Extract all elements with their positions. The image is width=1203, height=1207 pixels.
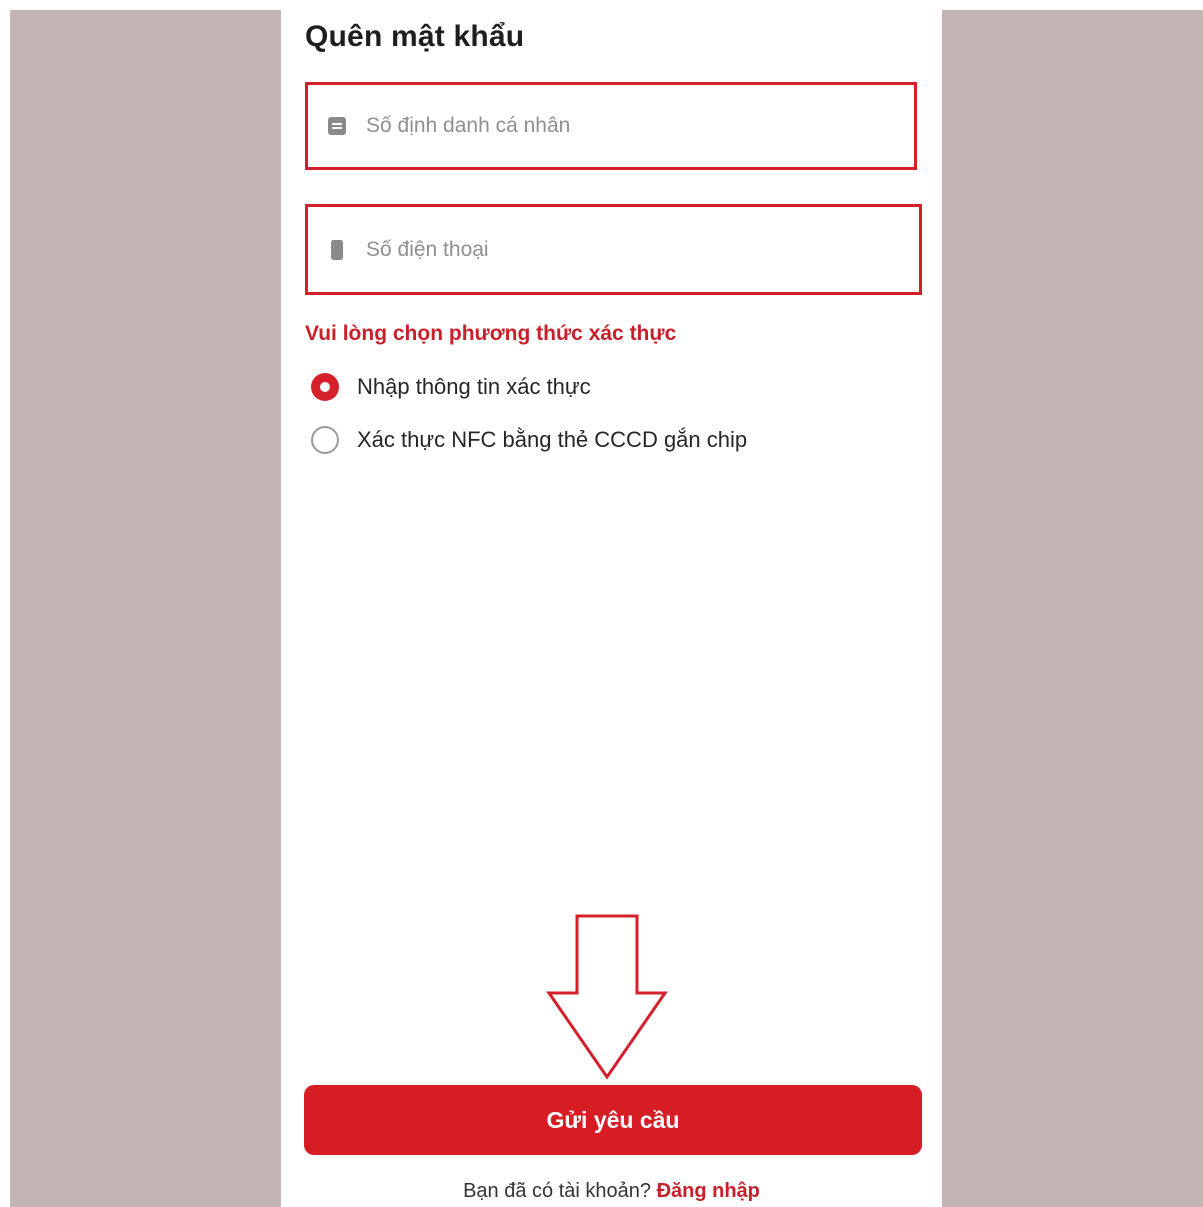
page-title: Quên mật khẩu bbox=[305, 20, 525, 53]
radio-option-manual[interactable]: Nhập thông tin xác thực bbox=[311, 373, 591, 401]
radio-label-nfc: Xác thực NFC bằng thẻ CCCD gắn chip bbox=[357, 427, 748, 452]
down-arrow-icon bbox=[545, 913, 669, 1086]
phone-screen: Quên mật khẩu Vui lòng chọn phương thức … bbox=[281, 10, 942, 1207]
id-number-field[interactable] bbox=[305, 82, 917, 170]
id-number-input[interactable] bbox=[364, 113, 868, 139]
id-card-icon bbox=[326, 115, 348, 137]
radio-selected-icon[interactable] bbox=[311, 373, 339, 401]
phone-icon bbox=[326, 239, 348, 261]
phone-field[interactable] bbox=[305, 204, 922, 295]
login-link[interactable]: Đăng nhập bbox=[657, 1180, 760, 1202]
radio-unselected-icon[interactable] bbox=[311, 426, 339, 454]
submit-request-button[interactable]: Gửi yêu cầu bbox=[304, 1085, 922, 1155]
verification-method-label: Vui lòng chọn phương thức xác thực bbox=[305, 322, 677, 345]
login-prompt-text: Bạn đã có tài khoản? bbox=[463, 1180, 651, 1202]
phone-input[interactable] bbox=[364, 236, 868, 263]
radio-label-manual: Nhập thông tin xác thực bbox=[357, 374, 591, 399]
radio-option-nfc[interactable]: Xác thực NFC bằng thẻ CCCD gắn chip bbox=[311, 426, 747, 454]
login-prompt: Bạn đã có tài khoản? Đăng nhập bbox=[281, 1180, 942, 1203]
